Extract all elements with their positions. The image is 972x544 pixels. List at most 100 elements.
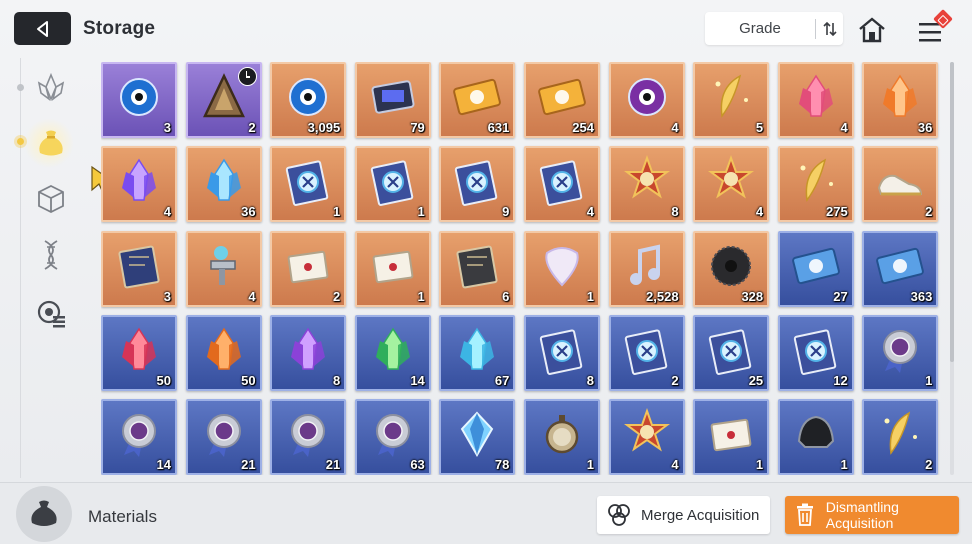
item-slot[interactable]: 1 (523, 230, 600, 307)
menu-button[interactable] (914, 9, 953, 46)
item-slot[interactable]: 2 (862, 399, 939, 475)
material-bag-icon (39, 130, 63, 156)
top-bar: Storage Grade (0, 0, 972, 58)
sort-order-icon[interactable] (816, 21, 843, 37)
item-slot[interactable]: 9 (439, 146, 516, 223)
item-slot[interactable]: 63 (354, 399, 431, 475)
sparkler-icon (873, 407, 927, 461)
item-count: 254 (572, 120, 594, 135)
eye-manual-icon (704, 323, 758, 377)
item-slot[interactable]: 1 (270, 146, 347, 223)
red-crystal-icon (112, 323, 166, 377)
trash-icon (785, 503, 826, 527)
item-count: 8 (586, 372, 594, 388)
merge-acquisition-label: Merge Acquisition (641, 506, 760, 524)
item-count: 2 (248, 120, 256, 135)
item-slot[interactable]: 4 (608, 399, 685, 475)
item-slot[interactable]: 2 (270, 230, 347, 307)
item-slot[interactable]: 78 (439, 399, 516, 475)
tab-indicator-active (17, 138, 24, 145)
dismantling-acquisition-button[interactable]: Dismantling Acquisition (785, 496, 959, 534)
item-slot[interactable]: 4 (523, 146, 600, 223)
item-slot[interactable]: 12 (777, 314, 854, 391)
item-count: 3 (163, 288, 171, 304)
dark-tome-icon (450, 239, 504, 293)
item-slot[interactable]: 8 (270, 314, 347, 391)
back-button[interactable] (14, 12, 71, 45)
item-slot[interactable]: 6 (439, 230, 516, 307)
shield-manual-icon (366, 154, 420, 208)
item-slot[interactable]: 1 (523, 399, 600, 475)
item-slot[interactable]: 50 (185, 314, 262, 391)
item-slot[interactable]: 1 (693, 399, 770, 475)
star-manual-icon (789, 323, 843, 377)
item-slot[interactable]: 1 (777, 399, 854, 475)
item-slot[interactable]: 8 (608, 146, 685, 223)
grid-scrollbar[interactable] (950, 62, 954, 475)
item-slot[interactable]: 14 (354, 314, 431, 391)
item-slot[interactable]: 1 (354, 230, 431, 307)
item-slot[interactable]: 2 (185, 62, 262, 138)
tab-dna[interactable] (30, 234, 72, 276)
cross-manual-icon (535, 323, 589, 377)
sealed-letter-icon (366, 239, 420, 293)
item-slot[interactable]: 3 (101, 62, 177, 138)
item-slot[interactable]: 5 (693, 62, 770, 138)
item-slot[interactable]: 50 (101, 314, 177, 391)
item-slot[interactable]: 4 (185, 230, 262, 307)
item-slot[interactable]: 4 (101, 146, 177, 223)
item-slot[interactable]: 21 (185, 399, 262, 475)
star-map-book-icon (112, 239, 166, 293)
item-slot[interactable]: 21 (270, 399, 347, 475)
tab-equipment[interactable] (30, 292, 72, 334)
item-slot[interactable]: 2 (862, 146, 939, 223)
merge-icon (597, 502, 641, 528)
item-slot[interactable]: 2 (608, 314, 685, 391)
item-slot[interactable]: 631 (439, 62, 516, 138)
item-slot[interactable]: 2,528 (608, 230, 685, 307)
grade-sort-control[interactable]: Grade (705, 12, 843, 45)
item-slot[interactable]: 328 (693, 230, 770, 307)
gold-feather-icon (704, 70, 758, 124)
tab-crystal[interactable] (30, 66, 72, 108)
item-count: 4 (586, 204, 594, 220)
item-slot[interactable]: 79 (354, 62, 431, 138)
tab-materials[interactable] (24, 118, 74, 168)
item-slot[interactable]: 27 (777, 230, 854, 307)
item-slot[interactable]: 4 (693, 146, 770, 223)
tab-cube[interactable] (30, 178, 72, 220)
merge-acquisition-button[interactable]: Merge Acquisition (597, 496, 770, 534)
item-slot[interactable]: 4 (608, 62, 685, 138)
item-slot[interactable]: 8 (523, 314, 600, 391)
star-manual-icon (535, 154, 589, 208)
item-slot[interactable]: 4 (777, 62, 854, 138)
item-count: 4 (755, 204, 764, 220)
item-count: 3 (163, 120, 171, 135)
item-slot[interactable]: 3 (101, 230, 177, 307)
clock-icon (237, 67, 257, 86)
item-count: 50 (156, 372, 171, 388)
item-slot[interactable]: 1 (354, 146, 431, 223)
item-slot[interactable]: 1 (862, 314, 939, 391)
item-slot[interactable]: 363 (862, 230, 939, 307)
scrollbar-thumb[interactable] (950, 62, 954, 362)
item-slot[interactable]: 25 (693, 314, 770, 391)
home-button[interactable] (856, 14, 888, 46)
item-slot[interactable]: 36 (862, 62, 939, 138)
item-count: 14 (410, 372, 425, 388)
item-count: 4 (163, 204, 171, 220)
green-crystal-icon (366, 323, 420, 377)
item-slot[interactable]: 14 (101, 399, 177, 475)
item-count: 4 (671, 120, 679, 135)
item-slot[interactable]: 36 (185, 146, 262, 223)
item-slot[interactable]: 275 (777, 146, 854, 223)
item-slot[interactable]: 254 (523, 62, 600, 138)
item-slot[interactable]: 3,095 (270, 62, 347, 138)
item-slot[interactable]: 67 (439, 314, 516, 391)
gold-pass-icon (535, 70, 589, 124)
paper-scroll-icon (704, 407, 758, 461)
dismantling-acquisition-label: Dismantling Acquisition (825, 499, 899, 531)
gear-list-icon (37, 300, 65, 328)
dna-icon (44, 240, 58, 270)
tab-indicator (17, 84, 24, 91)
